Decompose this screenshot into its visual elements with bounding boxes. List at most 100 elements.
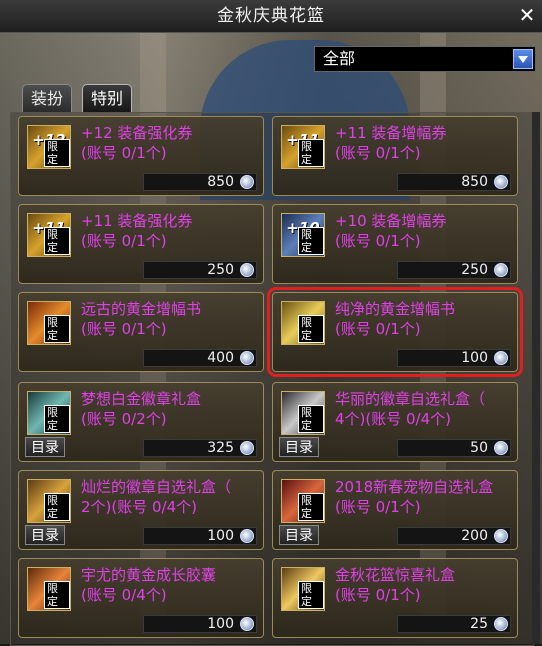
price-box: 850 (143, 173, 257, 191)
limited-badge: 限定 (298, 139, 324, 167)
price-box: 25 (397, 615, 511, 633)
limited-badge: 限定 (298, 315, 324, 343)
coin-icon (494, 351, 508, 365)
coin-icon (494, 263, 508, 277)
item-name: +12 装备强化券 (81, 124, 193, 142)
window-title: 金秋庆典花篮 (217, 6, 325, 26)
item-card[interactable]: +11限定 +11 装备强化券 (账号 0/1个) 250 (18, 204, 264, 284)
catalog-button[interactable]: 目录 (279, 437, 319, 457)
coin-icon (240, 175, 254, 189)
emblem-icon: 限定 (27, 391, 71, 435)
item-limit: 2个)(账号 0/4个) (81, 498, 198, 516)
ticket-icon: +11限定 (27, 213, 71, 257)
item-price: 25 (470, 616, 488, 632)
item-limit: (账号 0/4个) (81, 586, 167, 604)
item-limit: (账号 0/1个) (81, 144, 167, 162)
bag-icon: 限定 (27, 567, 71, 611)
item-limit: (账号 0/1个) (81, 232, 167, 250)
limited-badge: 限定 (44, 405, 70, 433)
item-card[interactable]: 限定 灿烂的徽章自选礼盒（ 2个)(账号 0/4个) 目录 100 (18, 470, 264, 550)
item-name: +11 装备增幅券 (335, 124, 447, 142)
item-price: 200 (461, 528, 488, 544)
coin-icon (494, 529, 508, 543)
item-limit: (账号 0/1个) (335, 232, 421, 250)
item-price: 100 (461, 350, 488, 366)
item-limit: (账号 0/1个) (335, 320, 421, 338)
item-limit: (账号 0/1个) (335, 498, 421, 516)
price-box: 100 (143, 615, 257, 633)
item-price: 250 (207, 262, 234, 278)
item-card[interactable]: 限定 2018新春宠物自选礼盒 (账号 0/1个) 目录 200 (272, 470, 518, 550)
item-name: 2018新春宠物自选礼盒 (335, 478, 494, 496)
coin-icon (494, 617, 508, 631)
coin-icon (240, 263, 254, 277)
box-icon: 限定 (281, 479, 325, 523)
item-price: 50 (470, 440, 488, 456)
item-price: 850 (207, 174, 234, 190)
item-card[interactable]: 限定 金秋花篮惊喜礼盒 (账号 0/1个) 25 (272, 558, 518, 638)
item-name: 宇尤的黄金成长胶囊 (81, 566, 217, 584)
item-card[interactable]: +12限定 +12 装备强化券 (账号 0/1个) 850 (18, 116, 264, 196)
item-price: 100 (207, 616, 234, 632)
price-box: 250 (397, 261, 511, 279)
price-box: 50 (397, 439, 511, 457)
item-price: 850 (461, 174, 488, 190)
coin-icon (240, 529, 254, 543)
item-card[interactable]: 限定 华丽的徽章自选礼盒（ 4个)(账号 0/4个) 目录 50 (272, 382, 518, 462)
scrollbar[interactable] (532, 112, 540, 644)
price-box: 400 (143, 349, 257, 367)
item-name: 远古的黄金增幅书 (81, 300, 202, 318)
limited-badge: 限定 (44, 581, 70, 609)
price-box: 850 (397, 173, 511, 191)
item-card[interactable]: 限定 宇尤的黄金成长胶囊 (账号 0/4个) 100 (18, 558, 264, 638)
item-name: 华丽的徽章自选礼盒（ (335, 390, 486, 408)
item-limit: (账号 0/1个) (335, 586, 421, 604)
limited-badge: 限定 (44, 139, 70, 167)
item-price: 100 (207, 528, 234, 544)
coin-icon (494, 441, 508, 455)
item-card[interactable]: +11限定 +11 装备增幅券 (账号 0/1个) 850 (272, 116, 518, 196)
price-box: 325 (143, 439, 257, 457)
catalog-button[interactable]: 目录 (25, 525, 65, 545)
limited-badge: 限定 (298, 227, 324, 255)
emblem-icon: 限定 (281, 391, 325, 435)
price-box: 200 (397, 527, 511, 545)
dropdown-value: 全部 (323, 49, 356, 68)
item-limit: (账号 0/1个) (335, 144, 421, 162)
ticket-icon: +12限定 (27, 125, 71, 169)
coin-icon (240, 617, 254, 631)
item-card[interactable]: 限定 梦想白金徽章礼盒 (账号 0/2个) 目录 325 (18, 382, 264, 462)
item-price: 250 (461, 262, 488, 278)
limited-badge: 限定 (298, 493, 324, 521)
price-box: 100 (397, 349, 511, 367)
item-name: +10 装备增幅券 (335, 212, 447, 230)
item-card-selected[interactable]: 限定 纯净的黄金增幅书 (账号 0/1个) 100 (267, 287, 523, 377)
limited-badge: 限定 (44, 493, 70, 521)
tab-special[interactable]: 特别 (82, 84, 133, 113)
limited-badge: 限定 (44, 315, 70, 343)
close-icon[interactable]: ✕ (516, 4, 538, 26)
catalog-button[interactable]: 目录 (25, 437, 65, 457)
coin-icon (240, 351, 254, 365)
item-card[interactable]: +10限定 +10 装备增幅券 (账号 0/1个) 250 (272, 204, 518, 284)
book-icon: 限定 (27, 301, 71, 345)
box-icon: 限定 (27, 479, 71, 523)
item-limit: 4个)(账号 0/4个) (335, 410, 452, 428)
basket-icon: 限定 (281, 567, 325, 611)
chevron-down-icon[interactable] (513, 49, 533, 69)
item-name: 灿烂的徽章自选礼盒（ (81, 478, 232, 496)
ticket-icon: +10限定 (281, 213, 325, 257)
item-name: 纯净的黄金增幅书 (335, 300, 456, 318)
catalog-button[interactable]: 目录 (279, 525, 319, 545)
coin-icon (494, 175, 508, 189)
limited-badge: 限定 (298, 405, 324, 433)
item-name: +11 装备强化券 (81, 212, 193, 230)
item-card[interactable]: 限定 远古的黄金增幅书 (账号 0/1个) 400 (18, 292, 264, 372)
item-limit: (账号 0/2个) (81, 410, 167, 428)
item-name: 金秋花篮惊喜礼盒 (335, 566, 456, 584)
item-price: 400 (207, 350, 234, 366)
item-price: 325 (207, 440, 234, 456)
tab-dress[interactable]: 装扮 (22, 84, 73, 113)
limited-badge: 限定 (298, 581, 324, 609)
category-dropdown[interactable]: 全部 (314, 46, 536, 72)
